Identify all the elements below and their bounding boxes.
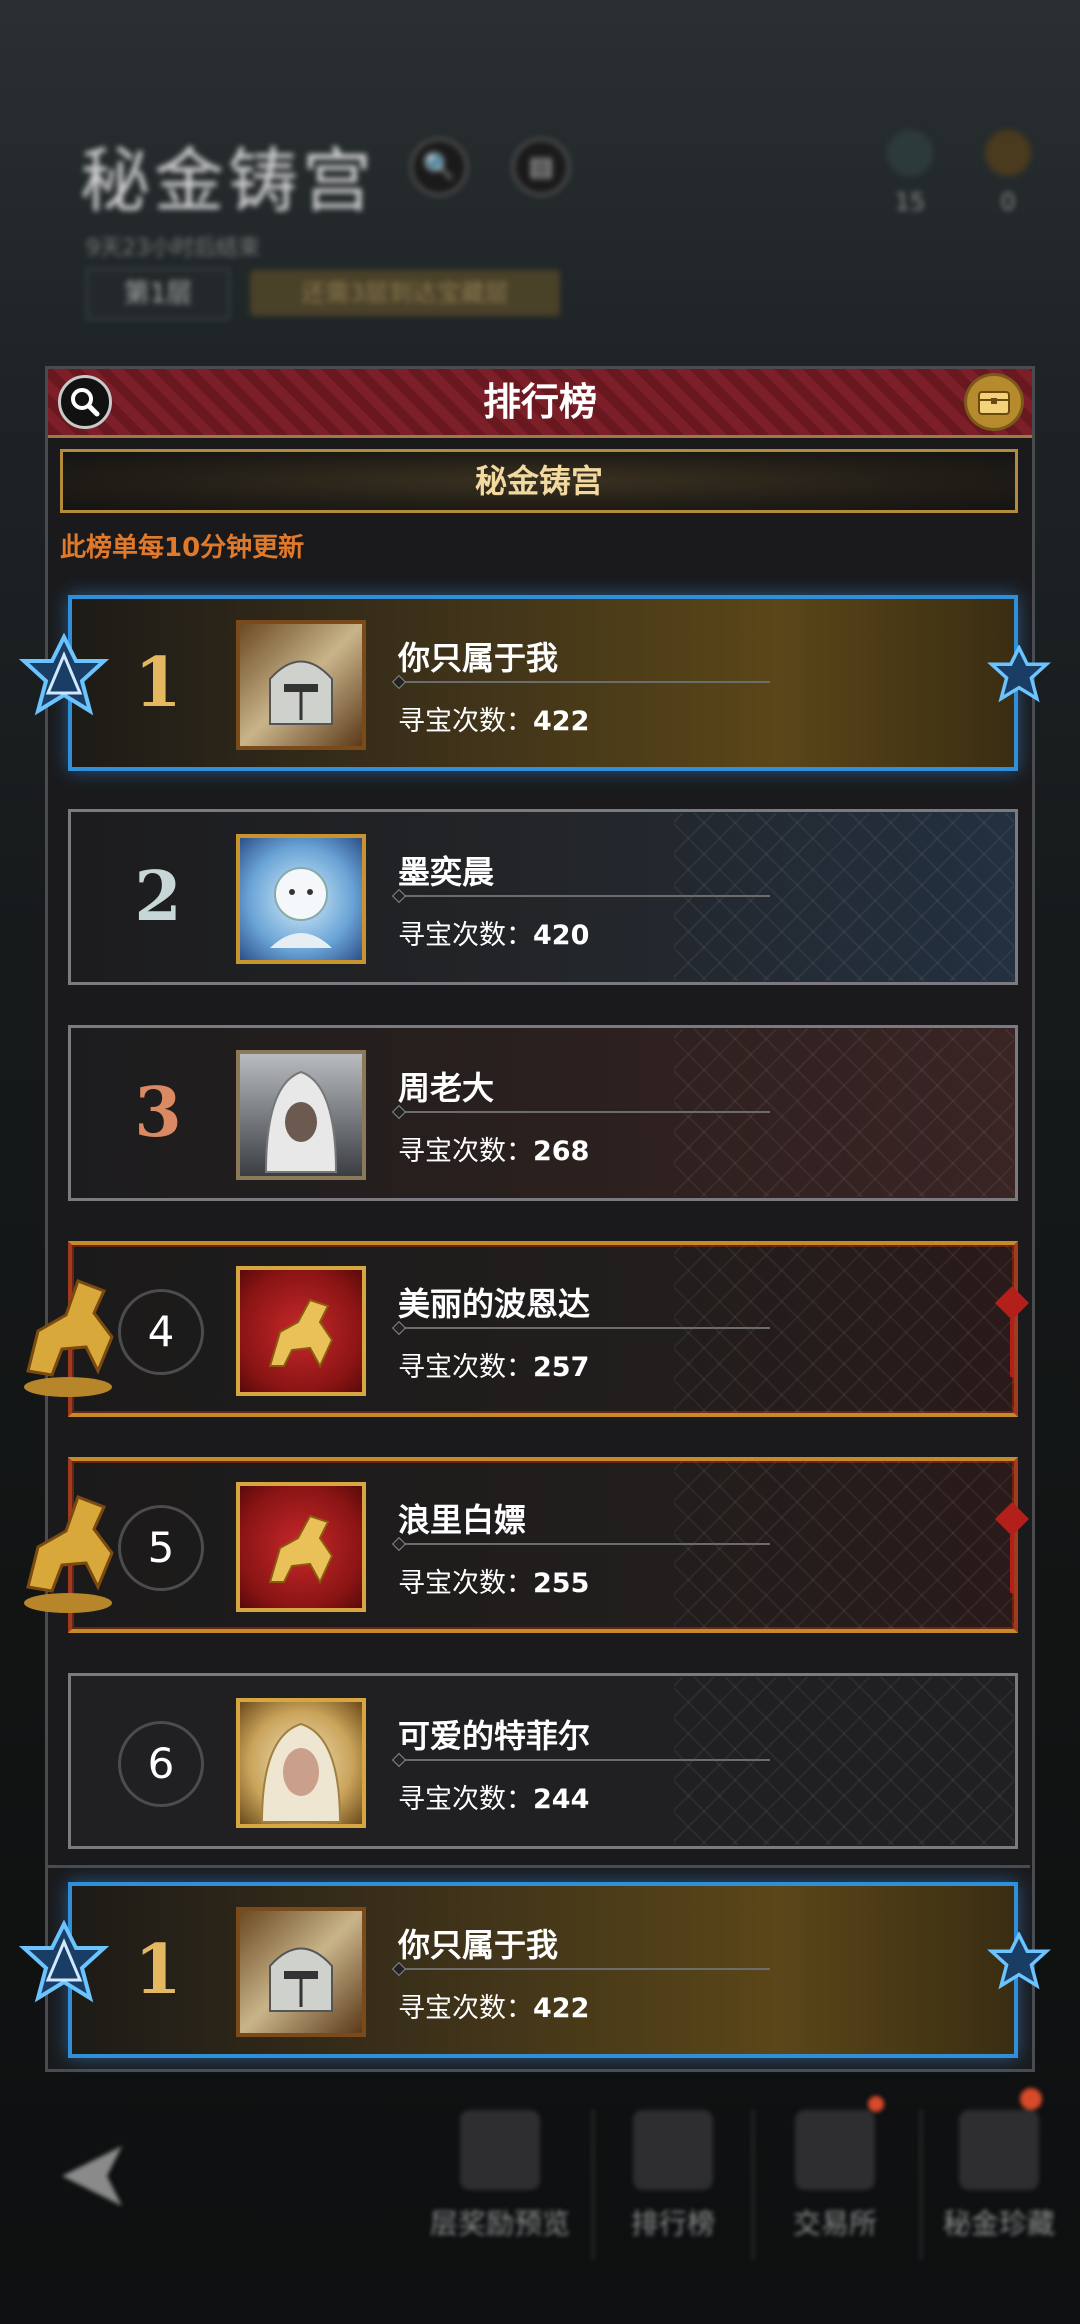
treasure-icon	[959, 2110, 1039, 2190]
nav-floor-rewards[interactable]: 层奖励预览	[425, 2110, 575, 2242]
knight-helmet-icon	[269, 1947, 333, 2012]
golden-horse-icon	[268, 1514, 334, 1585]
row-pattern	[674, 1245, 1014, 1413]
golden-horse-badge-icon	[24, 1495, 114, 1613]
nav-treasure[interactable]: 秘金珍藏	[924, 2110, 1074, 2242]
player-name: 浪里白嫖	[398, 1501, 527, 1539]
nav-divider	[592, 2110, 594, 2260]
floor-hint: 还需3层到达宝藏层	[250, 270, 560, 316]
player-name: 周老大	[398, 1069, 495, 1107]
tab-mijin[interactable]: 秘金铸宫	[60, 449, 1018, 513]
exchange-icon	[795, 2110, 875, 2190]
feather-icon	[887, 130, 933, 176]
hooded-figure-icon	[264, 1070, 338, 1173]
search-button[interactable]	[58, 375, 112, 429]
row-frame	[68, 1882, 1018, 2058]
chinese-knot-icon	[995, 1286, 1029, 1377]
background-header: 秘金铸宫 🔍 ▤ 9天23小时后结束 第1层 还需3层到达宝藏层 15 0	[0, 0, 1080, 360]
row-pattern	[674, 1461, 1014, 1629]
avatar[interactable]	[236, 1050, 366, 1180]
treasure-count: 寻宝次数：268	[398, 1136, 590, 1167]
compass-icon	[985, 130, 1031, 176]
treasure-count: 寻宝次数：422	[398, 1993, 590, 2024]
dungeon-title: 秘金铸宫	[80, 140, 376, 222]
player-name: 美丽的波恩达	[398, 1285, 591, 1323]
reward-preview-icon	[460, 2110, 540, 2190]
avatar[interactable]	[236, 620, 366, 750]
rank-number: 2	[134, 857, 182, 937]
resource-feather: 15	[880, 130, 940, 216]
treasure-count: 寻宝次数：255	[398, 1568, 590, 1599]
treasure-count: 寻宝次数：420	[398, 920, 590, 951]
rank-number: 1	[134, 1930, 182, 2010]
notification-dot	[868, 2096, 884, 2112]
nav-leaderboard[interactable]: 排行榜	[598, 2110, 748, 2242]
rank-number: 1	[134, 643, 182, 723]
ranking-row-2[interactable]: 2 墨奕晨 寻宝次数：420	[68, 809, 1018, 985]
magnifier-icon	[71, 388, 100, 417]
chinese-knot-icon	[995, 1502, 1029, 1593]
player-name: 你只属于我	[398, 1926, 559, 1964]
trophy-icon	[633, 2110, 713, 2190]
treasure-count: 寻宝次数：257	[398, 1352, 590, 1383]
name-divider	[398, 1111, 770, 1113]
row-pattern	[674, 813, 1014, 981]
treasure-count: 寻宝次数：244	[398, 1784, 590, 1815]
panel-title: 排行榜	[482, 380, 597, 424]
priestess-portrait-icon	[260, 1722, 342, 1823]
treasure-count: 寻宝次数：422	[398, 706, 590, 737]
name-divider	[398, 681, 770, 683]
ranking-row-5[interactable]: 5 浪里白嫖 寻宝次数：255	[24, 1457, 1029, 1633]
name-divider	[398, 895, 770, 897]
avatar[interactable]	[236, 1266, 366, 1396]
own-rank-section: 1 你只属于我 寻宝次数：422	[18, 1865, 1051, 2064]
avatar[interactable]	[236, 1698, 366, 1828]
ranking-row-3[interactable]: 3 周老大 寻宝次数：268	[68, 1025, 1018, 1201]
avatar[interactable]	[236, 1907, 366, 2037]
star-corner-icon	[987, 645, 1051, 703]
floor-label: 第1层	[86, 268, 230, 320]
golden-horse-badge-icon	[24, 1279, 114, 1397]
nav-divider	[920, 2110, 922, 2260]
name-divider	[398, 1327, 770, 1329]
leaderboard-panel: 排行榜 秘金铸宫 此榜单每10分钟更新 1 你只属于我 寻宝次数：422 2 墨…	[18, 366, 1051, 2072]
row-pattern	[674, 1029, 1014, 1197]
nav-exchange[interactable]: 交易所	[760, 2110, 910, 2242]
update-note: 此榜单每10分钟更新	[60, 533, 305, 563]
character-portrait-icon	[270, 867, 332, 948]
row-frame	[68, 595, 1018, 771]
resource-compass: 0	[978, 130, 1038, 216]
name-divider	[398, 1968, 770, 1970]
book-icon[interactable]: ▤	[512, 138, 570, 196]
player-name: 墨奕晨	[398, 853, 495, 891]
golden-horse-icon	[268, 1298, 334, 1369]
knight-helmet-icon	[269, 660, 333, 725]
star-rank-badge-icon	[18, 1920, 110, 2003]
name-divider	[398, 1759, 770, 1761]
ranking-row-4[interactable]: 4 美丽的波恩达 寻宝次数：257	[24, 1241, 1029, 1417]
tab-label: 秘金铸宫	[474, 462, 603, 500]
row-pattern	[674, 1677, 1014, 1845]
star-rank-badge-icon	[18, 633, 110, 716]
bottom-nav: 层奖励预览 排行榜 交易所 秘金珍藏	[0, 2088, 1080, 2324]
search-icon[interactable]: 🔍	[410, 138, 468, 196]
reward-chest-button[interactable]	[964, 373, 1024, 431]
event-countdown: 9天23小时后结束	[86, 236, 260, 261]
name-divider	[398, 1543, 770, 1545]
own-ranking-row[interactable]: 1 你只属于我 寻宝次数：422	[18, 1882, 1051, 2058]
rank-number: 3	[134, 1073, 182, 1153]
player-name: 你只属于我	[398, 639, 559, 677]
ranking-row-6[interactable]: 6 可爱的特菲尔 寻宝次数：244	[68, 1673, 1018, 1849]
star-corner-icon	[987, 1932, 1051, 1990]
avatar[interactable]	[236, 834, 366, 964]
rank-number: 6	[118, 1721, 204, 1807]
notification-dot	[1020, 2088, 1042, 2110]
player-name: 可爱的特菲尔	[398, 1717, 591, 1755]
nav-divider	[752, 2110, 754, 2260]
ranking-row-1[interactable]: 1 你只属于我 寻宝次数：422	[18, 595, 1051, 771]
avatar[interactable]	[236, 1482, 366, 1612]
treasure-chest-icon	[978, 391, 1010, 415]
